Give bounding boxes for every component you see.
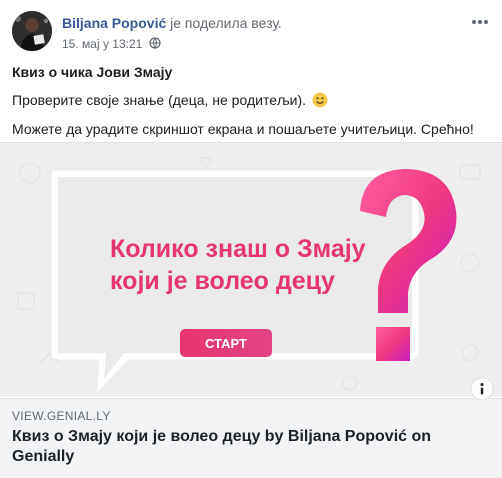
post-line-1: Проверите своје знање (деца, не родитељи… [12,90,496,113]
preview-meta[interactable]: VIEW.GENIAL.LY Квиз о Змају који је воле… [0,377,502,478]
author-line: Biljana Popović је поделила везу. [62,15,282,31]
post-timestamp[interactable]: 15. мај у 13:21 [62,37,142,51]
globe-icon [149,37,161,52]
preview-domain: VIEW.GENIAL.LY [12,409,111,423]
start-button-label: СТАРТ [205,336,247,351]
post-title: Квиз о чика Јови Змају [12,64,173,80]
preview-image[interactable]: Колико знаш о Змају који је волео децу С… [0,143,502,397]
author-name[interactable]: Biljana Popović [62,15,166,31]
smiley-emoji-icon [312,92,328,113]
post-line-2: Можете да урадите скриншот екрана и поша… [12,121,474,137]
quiz-headline-line-1: Колико знаш о Змају [110,235,366,263]
share-action-text: је поделила везу. [170,15,282,31]
post-line-1-text: Проверите своје знање (деца, не родитељи… [12,92,307,108]
author-avatar[interactable] [12,11,52,51]
start-button[interactable]: СТАРТ [180,329,272,357]
post-timestamp-row: 15. мај у 13:21 [62,37,161,52]
quiz-headline-line-2: који је волео децу [110,267,335,295]
facebook-post: Biljana Popović је поделила везу. 15. ма… [0,0,502,478]
post-text: Квиз о чика Јови Змају Проверите своје з… [12,62,496,145]
post-header: Biljana Popović је поделила везу. 15. ма… [12,9,492,53]
link-preview[interactable]: Колико знаш о Змају који је волео децу С… [0,142,502,478]
info-icon[interactable] [470,377,494,401]
preview-title[interactable]: Квиз о Змају који је волео децу by Bilja… [12,427,482,467]
more-options-icon[interactable] [468,14,492,30]
